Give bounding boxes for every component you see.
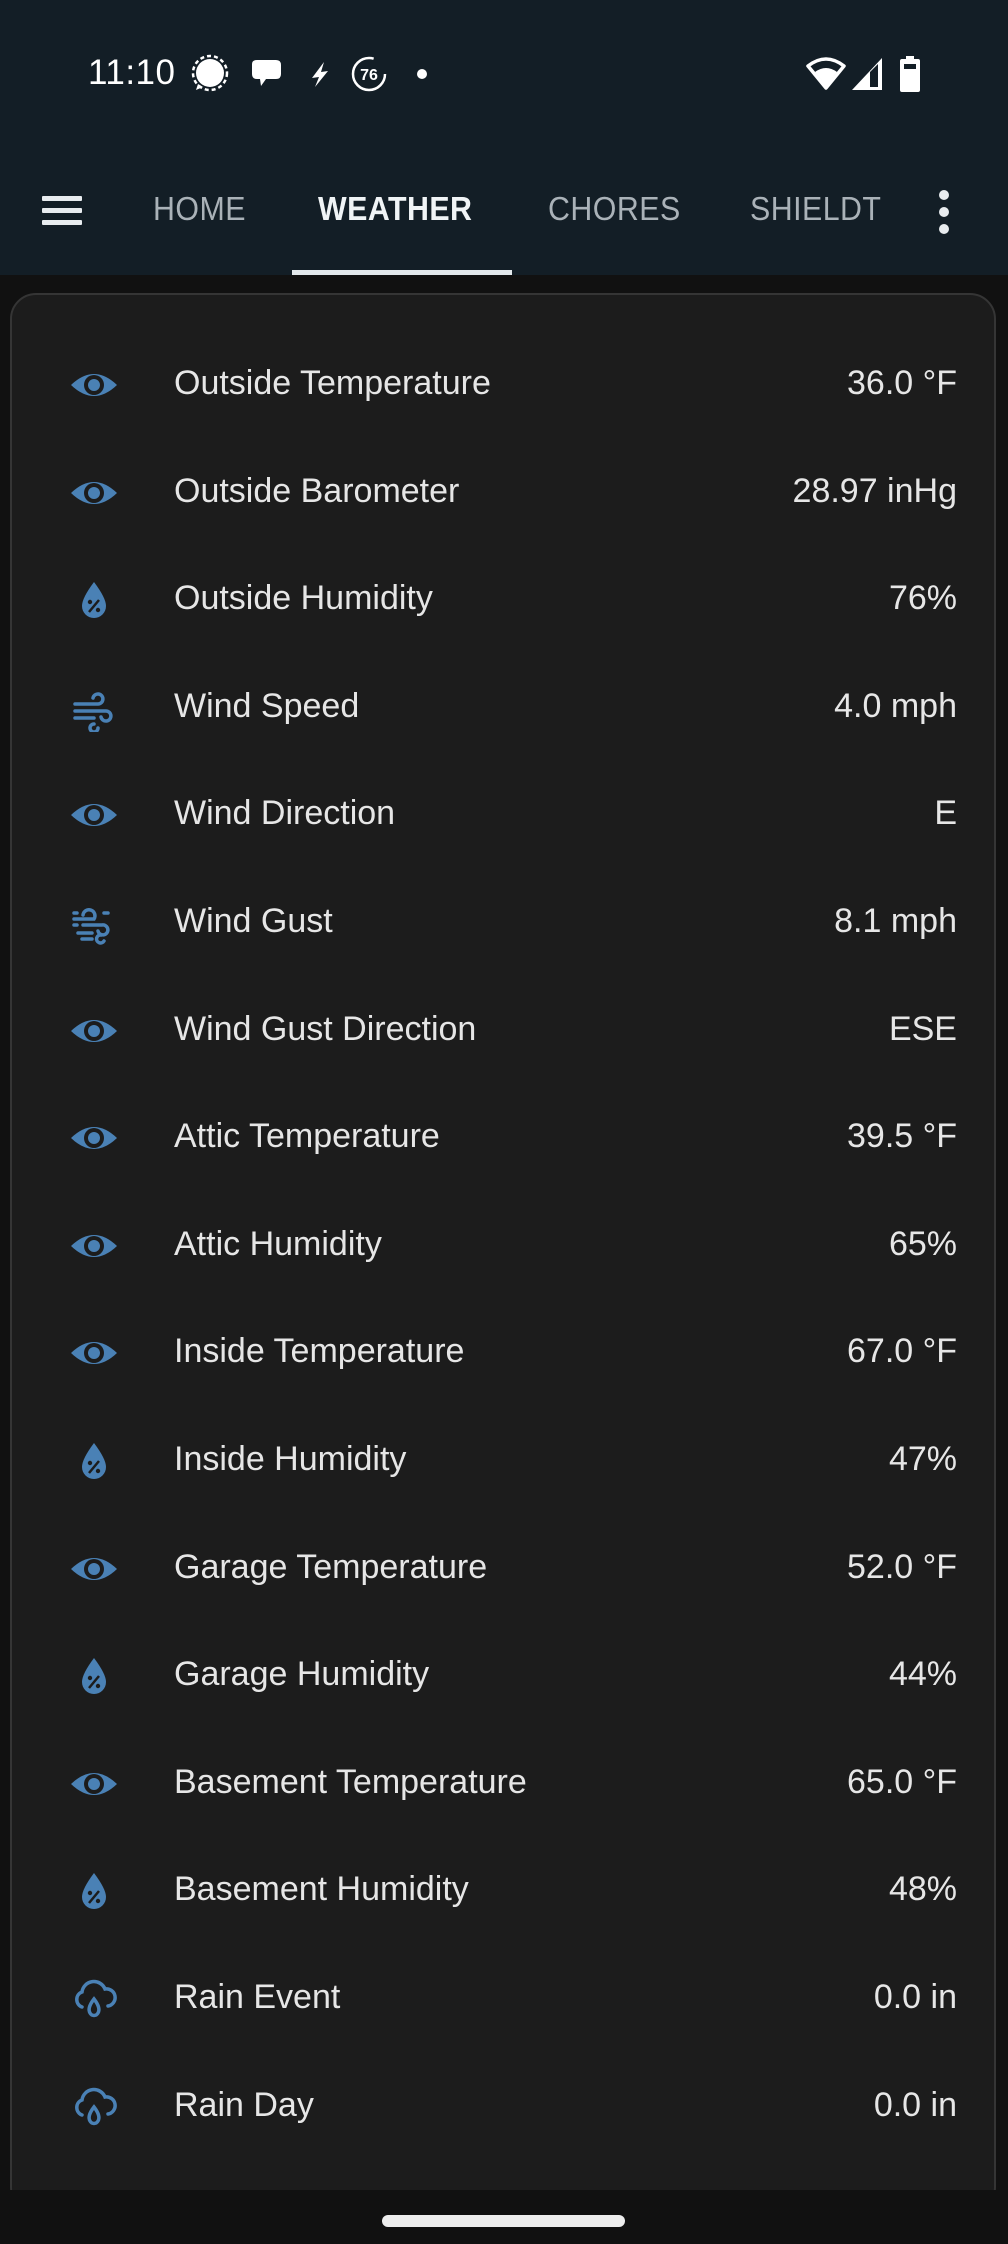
more-dot-icon (410, 54, 434, 94)
water-percent-icon (68, 1437, 120, 1485)
entity-value: 44% (888, 1655, 957, 1694)
entity-value: 8.1 mph (834, 902, 957, 940)
eye-icon (68, 1545, 120, 1593)
tab-home[interactable]: HOME (153, 190, 246, 228)
entity-label: Attic Temperature (174, 1117, 440, 1156)
entity-label: Inside Temperature (174, 1332, 465, 1371)
eye-icon (68, 361, 120, 409)
eye-icon (68, 469, 120, 517)
wifi-icon (806, 56, 846, 92)
more-vert-icon-dot (939, 224, 949, 234)
eye-icon (68, 791, 120, 839)
entities-card: Outside Temperature 36.0 °F Outside Barome… (10, 293, 996, 2213)
entity-label: Wind Gust Direction (174, 1009, 477, 1048)
entity-value: 28.97 inHg (792, 471, 957, 510)
entity-row[interactable]: Rain Day 0.0 in (12, 2053, 994, 2161)
entity-value: 65% (888, 1224, 957, 1263)
eye-icon (68, 1114, 120, 1162)
entity-label: Attic Humidity (174, 1224, 382, 1263)
weather-rain-icon (68, 1975, 120, 2023)
entity-row[interactable]: Attic Temperature 39.5 °F (12, 1084, 994, 1192)
entity-row[interactable]: Attic Humidity 65% (12, 1192, 994, 1300)
entity-row[interactable]: Garage Humidity 44% (12, 1622, 994, 1730)
more-vert-icon (939, 190, 949, 200)
entity-label: Rain Event (174, 1978, 341, 2016)
entity-row[interactable]: Outside Humidity 76% (12, 546, 994, 654)
entity-row[interactable]: Outside Barometer 28.97 inHg (12, 439, 994, 547)
eye-icon (68, 1222, 120, 1270)
entity-value: 0.0 in (873, 1978, 957, 2016)
battery-icon (898, 56, 922, 92)
tab-shieldt[interactable]: SHIELDT (750, 190, 881, 228)
entity-label: Outside Humidity (174, 579, 433, 618)
entity-label: Wind Direction (174, 794, 396, 833)
eye-icon (68, 1760, 120, 1808)
entity-value: 36.0 °F (847, 364, 957, 402)
entity-value: 0.0 in (873, 2085, 957, 2124)
entity-label: Wind Speed (174, 686, 360, 725)
menu-button[interactable] (40, 194, 86, 228)
entity-value: 76% (888, 579, 957, 618)
overflow-menu-button[interactable] (932, 190, 956, 234)
entity-value: 67.0 °F (847, 1332, 957, 1371)
entity-label: Rain Day (174, 2085, 314, 2124)
weather-windy-variant-icon (68, 899, 120, 947)
entity-row[interactable]: Outside Temperature 36.0 °F (12, 331, 994, 439)
entity-label: Outside Barometer (174, 471, 460, 510)
entity-row[interactable]: Inside Temperature 67.0 °F (12, 1299, 994, 1407)
entity-row[interactable]: Inside Humidity 47% (12, 1407, 994, 1515)
entity-value: 48% (888, 1870, 957, 1909)
entity-row[interactable]: Wind Direction E (12, 761, 994, 869)
entity-row[interactable]: Rain Event 0.0 in (12, 1945, 994, 2053)
aqi-76-icon: 76 (349, 54, 389, 94)
entity-label: Outside Temperature (174, 364, 491, 402)
menu-icon-bar (42, 220, 82, 225)
menu-icon (42, 196, 82, 201)
bolt-icon (300, 54, 340, 94)
entity-value: E (934, 794, 957, 833)
svg-text:76: 76 (360, 67, 378, 84)
entity-row[interactable]: Wind Gust Direction ESE (12, 977, 994, 1085)
cell-signal-icon (850, 56, 884, 92)
active-tab-indicator (292, 270, 512, 275)
entity-value: 39.5 °F (847, 1117, 957, 1156)
entity-value: 52.0 °F (847, 1547, 957, 1586)
messages-icon (246, 54, 286, 94)
eye-icon (68, 1007, 120, 1055)
entity-value: 47% (888, 1440, 957, 1478)
weather-rain-icon (68, 2083, 120, 2131)
menu-icon-bar (42, 208, 82, 213)
signal-messenger-icon (190, 54, 230, 94)
entity-row[interactable]: Basement Temperature 65.0 °F (12, 1730, 994, 1838)
entity-row[interactable]: Wind Speed 4.0 mph (12, 654, 994, 762)
entity-row[interactable]: Basement Humidity 48% (12, 1837, 994, 1945)
tab-weather[interactable]: WEATHER (318, 190, 472, 228)
app-header: 11:10 76 HOME WEATHER CHORES SHIELDT (0, 0, 1008, 275)
entity-label: Basement Temperature (174, 1762, 527, 1801)
entity-value: ESE (888, 1009, 957, 1048)
entity-label: Garage Humidity (174, 1655, 430, 1694)
entity-label: Basement Humidity (174, 1870, 469, 1909)
eye-icon (68, 1329, 120, 1377)
water-percent-icon (68, 576, 120, 624)
entity-row[interactable]: Wind Gust 8.1 mph (12, 869, 994, 977)
entity-value: 65.0 °F (847, 1762, 957, 1801)
tab-chores[interactable]: CHORES (548, 190, 681, 228)
entity-label: Garage Temperature (174, 1547, 488, 1586)
status-time: 11:10 (88, 53, 176, 92)
entity-label: Wind Gust (174, 902, 333, 940)
water-percent-icon (68, 1652, 120, 1700)
gesture-nav-handle[interactable] (382, 2215, 625, 2227)
water-percent-icon (68, 1867, 120, 1915)
entity-value: 4.0 mph (834, 686, 957, 725)
more-vert-icon-dot (939, 207, 949, 217)
entity-row[interactable]: Garage Temperature 52.0 °F (12, 1515, 994, 1623)
weather-windy-icon (68, 684, 120, 732)
entity-label: Inside Humidity (174, 1440, 407, 1478)
